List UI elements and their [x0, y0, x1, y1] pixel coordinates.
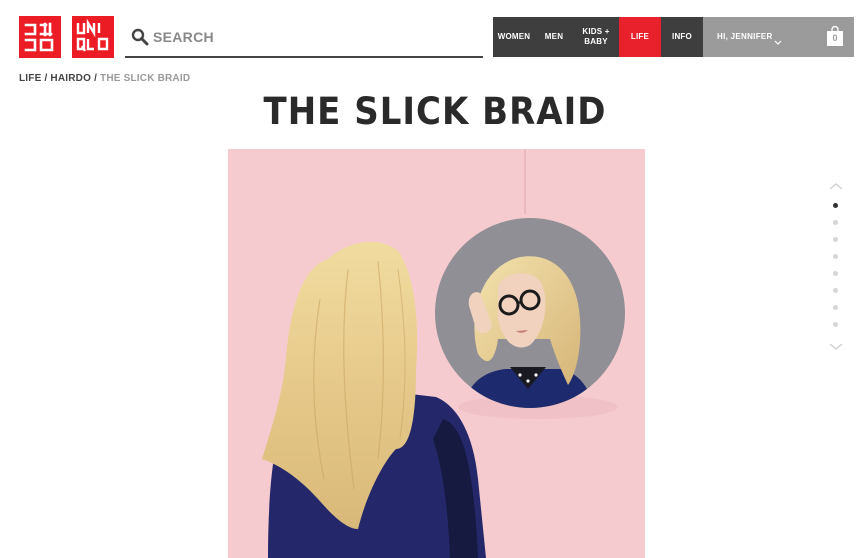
search-bar[interactable] — [125, 22, 483, 58]
account-menu[interactable]: HI, JENNIFER 0 — [703, 17, 854, 57]
pager-dot[interactable] — [833, 254, 838, 259]
search-icon[interactable] — [131, 28, 149, 46]
nav-baby-label: BABY — [584, 37, 608, 46]
pager-dot[interactable] — [833, 271, 838, 276]
account-greeting[interactable]: HI, JENNIFER — [717, 32, 773, 41]
breadcrumb-life[interactable]: LIFE — [19, 73, 41, 84]
chevron-up-icon[interactable] — [828, 178, 844, 196]
search-input[interactable] — [153, 25, 473, 49]
main-nav: WOMEN MEN KIDS + BABY LIFE INFO — [493, 17, 703, 57]
breadcrumb-current: THE SLICK BRAID — [100, 73, 191, 84]
pager-dot[interactable] — [833, 220, 838, 225]
pager-dot[interactable] — [833, 305, 838, 310]
nav-men[interactable]: MEN — [535, 17, 573, 57]
pager-dot[interactable] — [833, 237, 838, 242]
page-title: THE SLICK BRAID — [263, 90, 607, 134]
chevron-down-icon[interactable] — [774, 33, 782, 51]
nav-life[interactable]: LIFE — [619, 17, 661, 57]
uniqlo-logo-katakana[interactable] — [19, 16, 61, 58]
nav-women[interactable]: WOMEN — [493, 17, 535, 57]
breadcrumb: LIFE / HAIRDO / THE SLICK BRAID — [19, 73, 190, 84]
nav-kids-label: KIDS + — [582, 27, 610, 36]
pager-dot[interactable] — [833, 203, 838, 208]
hero-image — [228, 149, 645, 558]
pager-dot[interactable] — [833, 322, 838, 327]
cart-button[interactable]: 0 — [826, 25, 844, 47]
breadcrumb-hairdo[interactable]: HAIRDO — [50, 73, 91, 84]
cart-count: 0 — [832, 33, 838, 43]
nav-kids-baby[interactable]: KIDS + BABY — [573, 17, 619, 57]
pager-dot[interactable] — [833, 288, 838, 293]
nav-info[interactable]: INFO — [661, 17, 703, 57]
chevron-down-icon[interactable] — [828, 338, 844, 356]
slide-pager — [826, 178, 846, 353]
uniqlo-logo-latin[interactable] — [72, 16, 114, 58]
